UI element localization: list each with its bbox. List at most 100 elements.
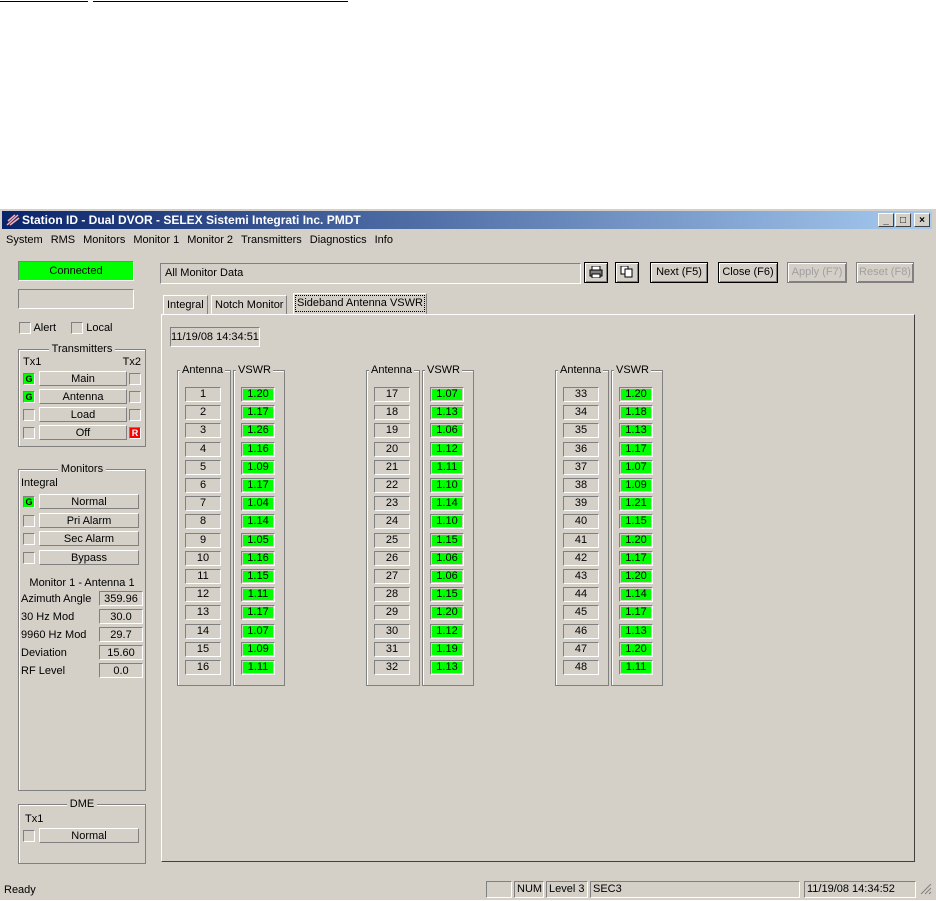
menu-monitor-2[interactable]: Monitor 2 <box>183 234 237 246</box>
menu-monitor-1[interactable]: Monitor 1 <box>129 234 183 246</box>
antenna-number: 11 <box>185 569 221 584</box>
antenna-number: 47 <box>563 642 599 657</box>
vswr-value: 1.20 <box>621 535 651 546</box>
vswr-value-cell: 1.07 <box>241 624 275 639</box>
vswr-value-cell: 1.11 <box>241 660 275 675</box>
tx2-load-indicator <box>129 409 141 421</box>
vswr-value-cell: 1.15 <box>430 587 464 602</box>
reading-label: Deviation <box>21 647 67 659</box>
menu-system[interactable]: System <box>2 234 47 246</box>
alert-indicator <box>19 322 31 335</box>
tx2-off-indicator: R <box>129 427 141 439</box>
vswr-value: 1.11 <box>621 662 651 673</box>
antenna-number: 26 <box>374 551 410 566</box>
status-bar: Ready NUM Level 3 SEC3 11/19/08 14:34:52 <box>0 880 936 900</box>
vswr-value: 1.07 <box>243 626 273 637</box>
menu-bar: System RMS Monitors Monitor 1 Monitor 2 Trans… <box>2 231 397 249</box>
tab-sideband-antenna-vswr[interactable]: Sideband Antenna VSWR <box>293 293 427 314</box>
vswr-value: 1.06 <box>432 425 462 436</box>
antenna-number: 1 <box>185 387 221 402</box>
vswr-value: 1.20 <box>621 571 651 582</box>
menu-diagnostics[interactable]: Diagnostics <box>306 234 371 246</box>
vswr-value-cell: 1.17 <box>241 478 275 493</box>
vswr-value: 1.11 <box>243 662 273 673</box>
local-indicator <box>71 322 84 335</box>
vswr-value-cell: 1.11 <box>241 587 275 602</box>
monitors-group: Monitors Integral G Normal Pri Alarm Sec… <box>18 463 146 791</box>
vswr-value-cell: 1.06 <box>430 423 464 438</box>
vswr-value: 1.13 <box>621 425 651 436</box>
print-button[interactable] <box>584 262 608 283</box>
reading-label: 9960 Hz Mod <box>21 629 87 641</box>
antenna-number: 5 <box>185 460 221 475</box>
menu-info[interactable]: Info <box>371 234 397 246</box>
monitor-row-normal: G Normal <box>23 494 141 510</box>
dme-row-normal: Normal <box>23 828 141 844</box>
vswr-value: 1.06 <box>432 553 462 564</box>
vswr-value-cell: 1.13 <box>430 660 464 675</box>
antenna-number: 19 <box>374 423 410 438</box>
close-icon[interactable]: × <box>914 213 930 227</box>
antenna-number: 40 <box>563 514 599 529</box>
monitor-row-bypass: Bypass <box>23 550 141 566</box>
antenna-number: 35 <box>563 423 599 438</box>
vswr-value-cell: 1.20 <box>619 642 653 657</box>
vswr-value-cell: 1.09 <box>241 642 275 657</box>
reading-value: 359.96 <box>99 591 143 606</box>
pri-alarm-indicator <box>23 515 35 528</box>
app-window: Station ID - Dual DVOR - SELEX Sistemi I… <box>0 209 936 900</box>
title-bar: Station ID - Dual DVOR - SELEX Sistemi I… <box>2 211 932 229</box>
vswr-value-cell: 1.09 <box>241 460 275 475</box>
tx1-label: Tx1 <box>23 356 42 368</box>
tab-notch-monitor[interactable]: Notch Monitor <box>211 295 288 315</box>
antenna-number: 45 <box>563 605 599 620</box>
reading-value: 0.0 <box>99 663 143 678</box>
copy-button[interactable] <box>615 262 639 283</box>
vswr-value-cell: 1.11 <box>619 660 653 675</box>
apply-button[interactable]: Apply (F7) <box>787 262 847 283</box>
antenna-number: 20 <box>374 442 410 457</box>
monitor-row-pri-alarm: Pri Alarm <box>23 513 141 529</box>
tab-integral[interactable]: Integral <box>163 295 208 315</box>
reset-button[interactable]: Reset (F8) <box>856 262 914 283</box>
reading-label: RF Level <box>21 665 66 677</box>
reading-row: 9960 Hz Mod 29.7 <box>21 627 143 643</box>
vswr-value: 1.20 <box>621 389 651 400</box>
vswr-value-cell: 1.05 <box>241 533 275 548</box>
vswr-value: 1.17 <box>243 407 273 418</box>
vswr-value: 1.12 <box>432 626 462 637</box>
antenna-number: 27 <box>374 569 410 584</box>
vswr-value: 1.20 <box>621 644 651 655</box>
transmitters-caption: Transmitters <box>48 343 116 355</box>
antenna-number: 23 <box>374 496 410 511</box>
antenna-number: 21 <box>374 460 410 475</box>
vswr-column-header: VSWR <box>614 364 651 376</box>
menu-transmitters[interactable]: Transmitters <box>237 234 306 246</box>
minimize-icon[interactable]: _ <box>878 213 894 227</box>
antenna-number: 7 <box>185 496 221 511</box>
vswr-value: 1.18 <box>621 407 651 418</box>
vswr-value-cell: 1.14 <box>619 587 653 602</box>
vswr-value: 1.20 <box>243 389 273 400</box>
vswr-value-cell: 1.17 <box>619 442 653 457</box>
vswr-value-cell: 1.20 <box>619 569 653 584</box>
next-button[interactable]: Next (F5) <box>650 262 708 283</box>
tx2-label: Tx2 <box>122 356 141 368</box>
menu-monitors[interactable]: Monitors <box>79 234 129 246</box>
vswr-value: 1.15 <box>432 535 462 546</box>
menu-rms[interactable]: RMS <box>47 234 79 246</box>
resize-grip-icon[interactable] <box>920 883 932 901</box>
close-button[interactable]: Close (F6) <box>718 262 778 283</box>
normal-indicator: G <box>23 496 35 509</box>
monitor-row-sec-alarm-label: Sec Alarm <box>39 531 139 546</box>
vswr-value-cell: 1.10 <box>430 478 464 493</box>
bypass-indicator <box>23 552 35 565</box>
tx2-antenna-indicator <box>129 391 141 403</box>
vswr-value-cell: 1.12 <box>430 442 464 457</box>
antenna-column-header: Antenna <box>558 364 603 376</box>
vswr-value-cell: 1.17 <box>619 605 653 620</box>
tx-row-off-label: Off <box>39 425 127 440</box>
vswr-value-cell: 1.16 <box>241 551 275 566</box>
status-blank-field <box>18 289 134 309</box>
maximize-icon[interactable]: □ <box>895 213 911 227</box>
